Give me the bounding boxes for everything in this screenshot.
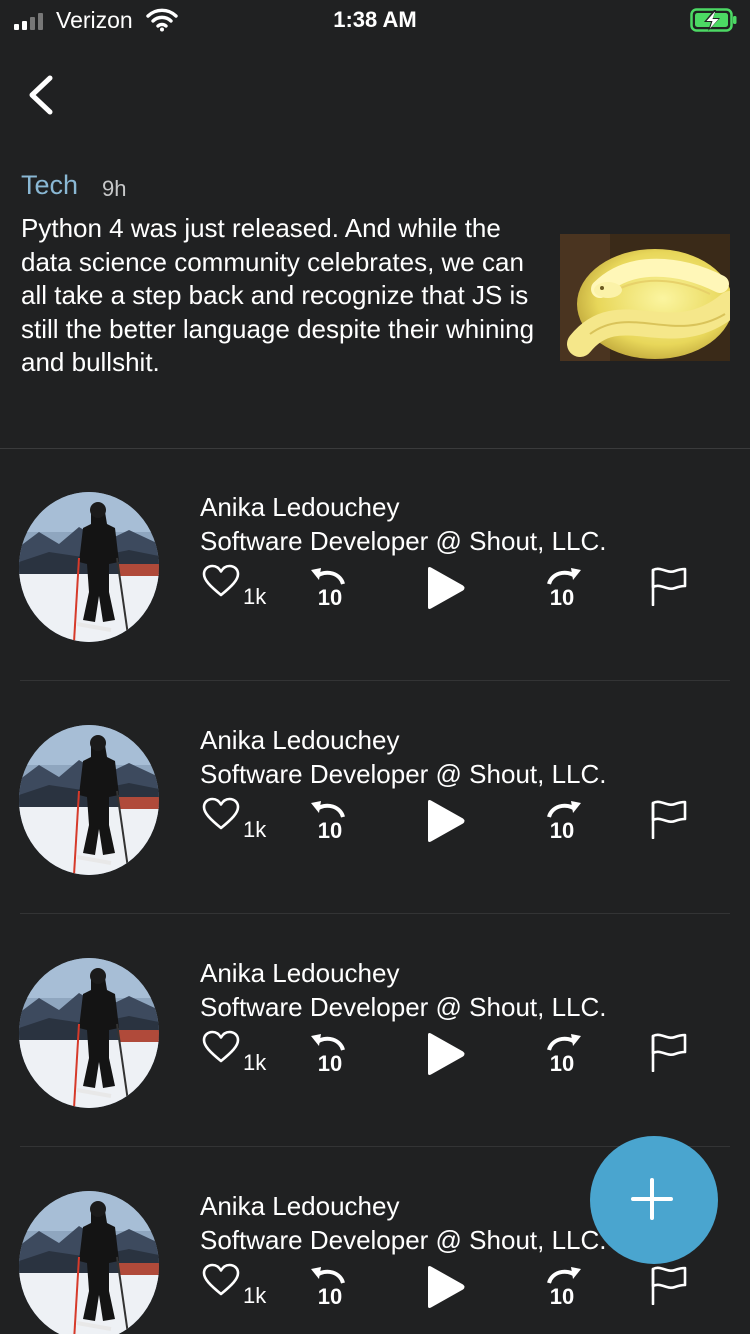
forward-10-icon[interactable]: 10 [543, 797, 583, 841]
forward-label: 10 [550, 1284, 574, 1307]
forward-label: 10 [550, 585, 574, 608]
play-icon[interactable] [424, 1264, 466, 1310]
post-body: Python 4 was just released. And while th… [21, 213, 535, 377]
author-name[interactable]: Anika Ledouchey [200, 958, 399, 989]
flag-icon[interactable] [650, 799, 688, 839]
like-count: 1k [243, 1283, 267, 1308]
rewind-label: 10 [318, 585, 342, 608]
rewind-10-icon[interactable]: 10 [309, 564, 349, 608]
flag-icon[interactable] [650, 1265, 688, 1305]
author-title: Software Developer @ Shout, LLC. [200, 526, 607, 556]
author-title: Software Developer @ Shout, LLC. [200, 992, 607, 1022]
heart-icon[interactable] [202, 564, 240, 598]
row-divider [20, 913, 730, 914]
author-name[interactable]: Anika Ledouchey [200, 492, 399, 523]
author-name[interactable]: Anika Ledouchey [200, 1191, 399, 1222]
like-count: 1k [243, 1050, 267, 1075]
plus-icon [631, 1178, 673, 1220]
post-category[interactable]: Tech [21, 170, 78, 201]
like-count: 1k [243, 817, 267, 842]
avatar[interactable] [19, 725, 159, 875]
forward-label: 10 [550, 1051, 574, 1074]
avatar[interactable] [19, 1191, 159, 1334]
post-card: Tech 9h Python 4 was just released. And … [0, 160, 750, 449]
forward-10-icon[interactable]: 10 [543, 1263, 583, 1307]
forward-label: 10 [550, 818, 574, 841]
rewind-label: 10 [318, 1284, 342, 1307]
heart-icon[interactable] [202, 1030, 240, 1064]
rewind-label: 10 [318, 818, 342, 841]
screen: Verizon 1:38 AM Tech 9h Python 4 was jus… [0, 0, 750, 1334]
avatar[interactable] [19, 492, 159, 642]
author-name[interactable]: Anika Ledouchey [200, 725, 399, 756]
status-bar: Verizon 1:38 AM [0, 0, 750, 44]
rewind-10-icon[interactable]: 10 [309, 1030, 349, 1074]
author-title: Software Developer @ Shout, LLC. [200, 759, 607, 789]
battery-charging-icon [690, 8, 737, 32]
status-time: 1:38 AM [333, 7, 417, 32]
heart-icon[interactable] [202, 1263, 240, 1297]
play-icon[interactable] [424, 1031, 466, 1077]
play-icon[interactable] [424, 565, 466, 611]
rewind-label: 10 [318, 1051, 342, 1074]
post-image[interactable] [560, 234, 730, 361]
flag-icon[interactable] [650, 566, 688, 606]
like-count: 1k [243, 584, 267, 609]
reply-row[interactable]: Anika Ledouchey Software Developer @ Sho… [0, 699, 750, 932]
avatar[interactable] [19, 958, 159, 1108]
post-age: 9h [102, 176, 127, 201]
back-button[interactable] [22, 72, 62, 118]
add-reply-button[interactable] [590, 1136, 718, 1264]
reply-row[interactable]: Anika Ledouchey Software Developer @ Sho… [0, 932, 750, 1165]
forward-10-icon[interactable]: 10 [543, 1030, 583, 1074]
rewind-10-icon[interactable]: 10 [309, 1263, 349, 1307]
rewind-10-icon[interactable]: 10 [309, 797, 349, 841]
row-divider [20, 680, 730, 681]
play-icon[interactable] [424, 798, 466, 844]
reply-row[interactable]: Anika Ledouchey Software Developer @ Sho… [0, 466, 750, 699]
forward-10-icon[interactable]: 10 [543, 564, 583, 608]
author-title: Software Developer @ Shout, LLC. [200, 1225, 607, 1255]
heart-icon[interactable] [202, 797, 240, 831]
flag-icon[interactable] [650, 1032, 688, 1072]
